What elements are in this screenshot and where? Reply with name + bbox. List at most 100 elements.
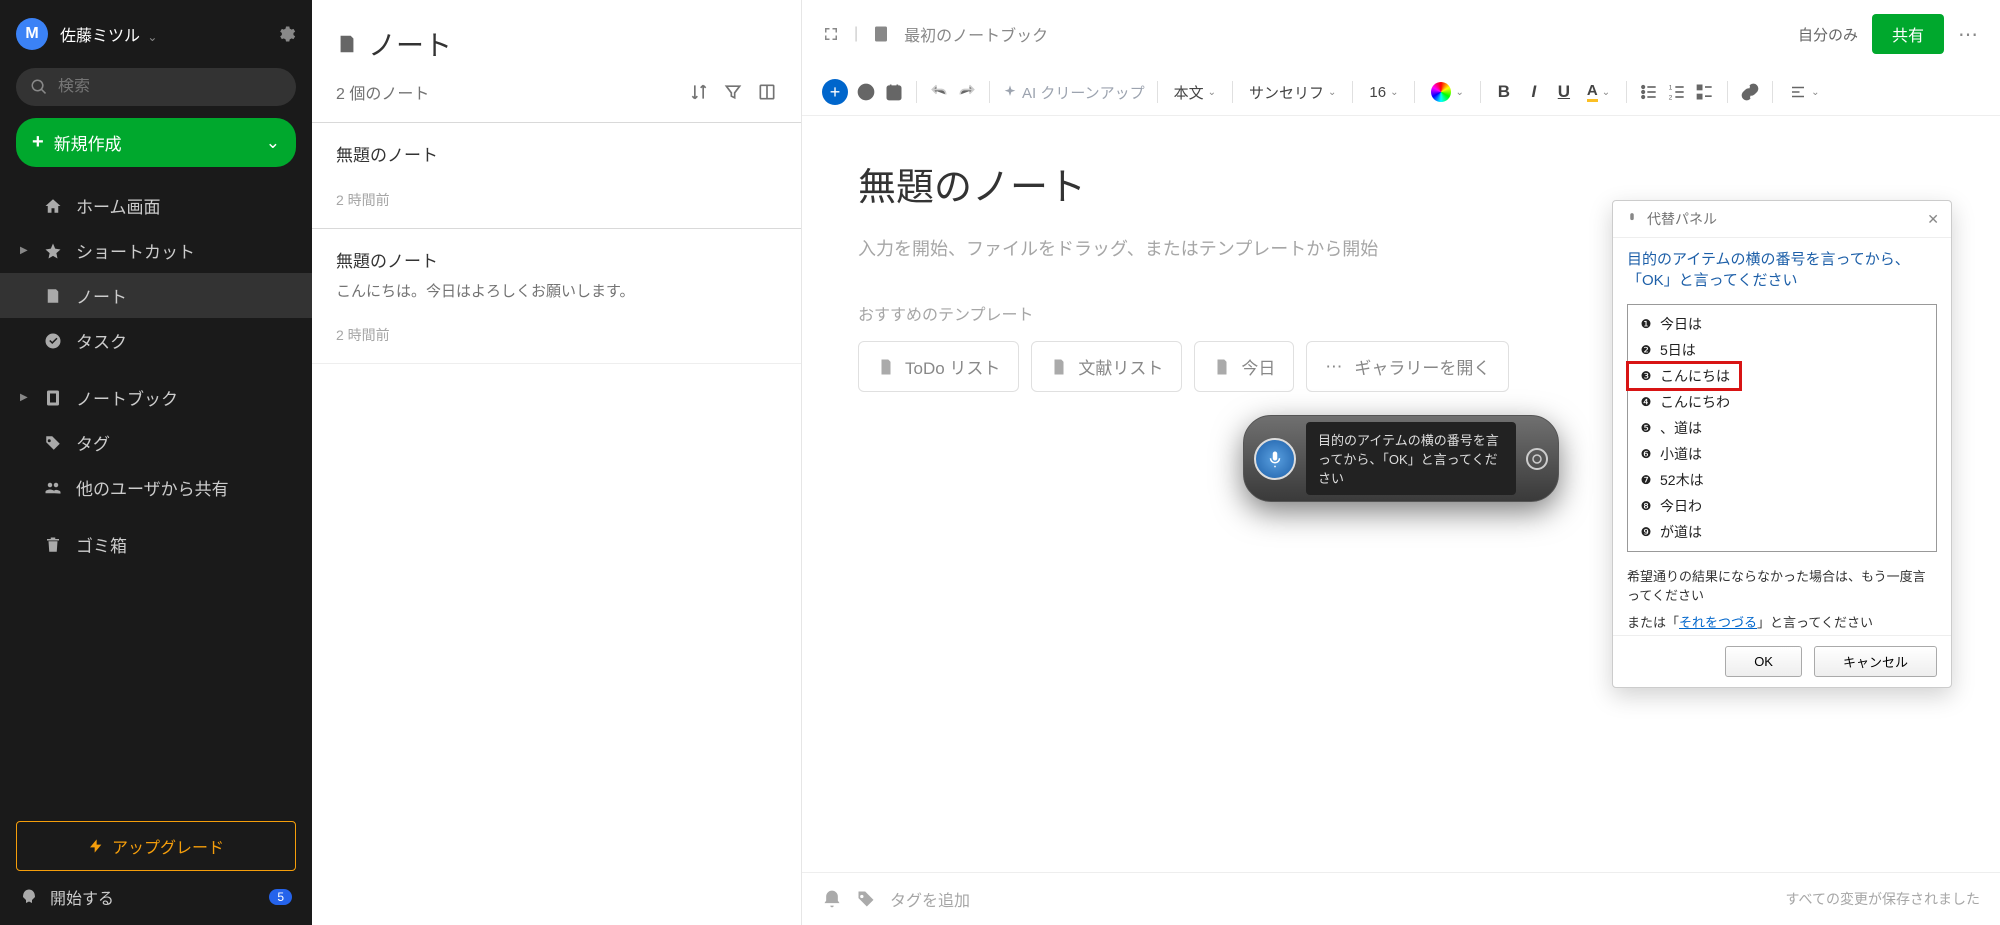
svg-text:1: 1 — [1669, 85, 1673, 92]
panel-item-highlighted[interactable]: ❸こんにちは — [1628, 363, 1740, 389]
insert-button[interactable]: + — [822, 79, 848, 105]
link-icon[interactable] — [1740, 82, 1760, 102]
notebook-name[interactable]: 最初のノートブック — [904, 22, 1048, 46]
italic-button[interactable]: I — [1523, 82, 1545, 102]
paragraph-style-select[interactable]: 本文⌄ — [1170, 80, 1220, 105]
highlight-button[interactable]: A⌄ — [1583, 80, 1614, 104]
editor-topbar: | 最初のノートブック 自分のみ 共有 ⋯ — [802, 0, 2000, 69]
note-list-panel: ノート 2 個のノート 無題のノート 2 時間前 無題のノート こんにちは。今日… — [312, 0, 802, 925]
nav-home[interactable]: ホーム画面 — [0, 183, 312, 228]
undo-icon[interactable] — [929, 82, 949, 102]
template-references[interactable]: 文献リスト — [1031, 341, 1182, 392]
notelist-title: ノート — [368, 24, 452, 64]
avatar[interactable]: M — [16, 18, 48, 50]
text-color-select[interactable]: ⌄ — [1427, 80, 1467, 104]
nav-tags[interactable]: タグ — [0, 420, 312, 465]
template-today[interactable]: 今日 — [1194, 341, 1294, 392]
nav-shared[interactable]: 他のユーザから共有 — [0, 465, 312, 510]
tag-add-icon[interactable] — [856, 889, 876, 909]
upgrade-button[interactable]: アップグレード — [16, 821, 296, 871]
expand-icon[interactable] — [822, 25, 840, 43]
ok-button[interactable]: OK — [1725, 646, 1802, 677]
nav-tasks[interactable]: タスク — [0, 318, 312, 363]
sidebar-footer: アップグレード 開始する 5 — [0, 805, 312, 925]
panel-list: ❶今日は ❷5日は ❸こんにちは ❹こんにちわ ❺、道は ❻小道は ❼52木は … — [1627, 304, 1937, 552]
font-size-select[interactable]: 16⌄ — [1365, 82, 1402, 103]
calendar-icon[interactable] — [884, 82, 904, 102]
panel-item[interactable]: ❼52木は — [1628, 467, 1936, 493]
more-icon: ⋯ — [1325, 357, 1344, 377]
share-button[interactable]: 共有 — [1872, 14, 1944, 54]
sort-icon[interactable] — [689, 82, 709, 102]
save-status: すべての変更が保存されました — [1786, 889, 1980, 909]
sidebar-header: M 佐藤ミツル ⌄ — [0, 0, 312, 68]
notebook-icon[interactable] — [872, 25, 890, 43]
check-circle-icon — [44, 332, 62, 350]
nav-notes[interactable]: ノート — [0, 273, 312, 318]
getstarted-button[interactable]: 開始する 5 — [16, 871, 296, 909]
panel-item[interactable]: ❺、道は — [1628, 415, 1936, 441]
more-icon[interactable]: ⋯ — [1958, 22, 1980, 47]
task-icon[interactable] — [856, 82, 876, 102]
align-select[interactable]: ⌄ — [1785, 81, 1823, 103]
redo-icon[interactable] — [957, 82, 977, 102]
cancel-button[interactable]: キャンセル — [1814, 646, 1937, 677]
panel-item[interactable]: ❷5日は — [1628, 337, 1936, 363]
editor-toolbar: + AI クリーンアップ 本文⌄ サンセリフ⌄ 16⌄ ⌄ B I U A⌄ 1… — [802, 69, 2000, 116]
nav-trash[interactable]: ゴミ箱 — [0, 522, 312, 567]
gear-icon[interactable] — [276, 24, 296, 44]
reminder-icon[interactable] — [822, 889, 842, 909]
panel-title: 代替パネル — [1647, 209, 1717, 229]
nav-notebooks[interactable]: ▶ ノートブック — [0, 375, 312, 420]
voice-control-bar[interactable]: 目的のアイテムの横の番号を言ってから、「OK」と言ってください — [1243, 415, 1559, 502]
getstarted-badge: 5 — [269, 889, 292, 905]
close-icon[interactable]: ✕ — [1927, 211, 1939, 228]
doc-icon — [1213, 358, 1231, 376]
home-icon — [44, 197, 62, 215]
filter-icon[interactable] — [723, 82, 743, 102]
panel-item[interactable]: ❾が道は — [1628, 519, 1936, 545]
mic-button[interactable] — [1254, 438, 1296, 480]
voice-close-button[interactable] — [1526, 448, 1548, 470]
new-note-button[interactable]: + 新規作成 ⌄ — [16, 118, 296, 167]
panel-item[interactable]: ❻小道は — [1628, 441, 1936, 467]
spell-link[interactable]: それをつづる — [1679, 615, 1757, 630]
note-preview: こんにちは。今日はよろしくお願いします。 — [336, 280, 777, 301]
expand-arrow-icon[interactable]: ▶ — [20, 245, 30, 256]
username[interactable]: 佐藤ミツル ⌄ — [60, 22, 264, 46]
panel-buttons: OK キャンセル — [1613, 635, 1951, 687]
search-field[interactable] — [58, 78, 282, 96]
alternatives-panel: 代替パネル ✕ 目的のアイテムの横の番号を言ってから、「OK」と言ってください … — [1612, 200, 1952, 688]
checklist-icon[interactable] — [1695, 82, 1715, 102]
panel-item[interactable]: ❹こんにちわ — [1628, 389, 1936, 415]
mic-icon — [1266, 450, 1284, 468]
panel-item[interactable]: ❽今日わ — [1628, 493, 1936, 519]
font-select[interactable]: サンセリフ⌄ — [1245, 80, 1340, 105]
color-swatch-icon — [1431, 82, 1451, 102]
note-title: 無題のノート — [336, 141, 777, 166]
underline-button[interactable]: U — [1553, 82, 1575, 102]
template-gallery[interactable]: ⋯ ギャラリーを開く — [1306, 341, 1509, 392]
search-input[interactable] — [16, 68, 296, 106]
trash-icon — [44, 536, 62, 554]
voice-instruction: 目的のアイテムの横の番号を言ってから、「OK」と言ってください — [1306, 422, 1516, 495]
bullet-list-icon[interactable] — [1639, 82, 1659, 102]
panel-instruction: 目的のアイテムの横の番号を言ってから、「OK」と言ってください — [1613, 238, 1951, 300]
ai-cleanup-button[interactable]: AI クリーンアップ — [1002, 82, 1145, 103]
visibility-label[interactable]: 自分のみ — [1798, 24, 1858, 45]
template-todo[interactable]: ToDo リスト — [858, 341, 1019, 392]
expand-arrow-icon[interactable]: ▶ — [20, 392, 30, 403]
search-icon — [30, 78, 48, 96]
bold-button[interactable]: B — [1493, 82, 1515, 102]
tag-add-label[interactable]: タグを追加 — [890, 887, 970, 911]
mic-icon — [1625, 212, 1639, 226]
panel-item[interactable]: ❶今日は — [1628, 311, 1936, 337]
layout-icon[interactable] — [757, 82, 777, 102]
note-card[interactable]: 無題のノート こんにちは。今日はよろしくお願いします。 2 時間前 — [312, 229, 801, 364]
note-count: 2 個のノート — [336, 80, 429, 104]
note-card[interactable]: 無題のノート 2 時間前 — [312, 122, 801, 229]
editor-footer: タグを追加 すべての変更が保存されました — [802, 872, 2000, 925]
nav-shortcuts[interactable]: ▶ ショートカット — [0, 228, 312, 273]
numbered-list-icon[interactable]: 12 — [1667, 82, 1687, 102]
chevron-down-icon: ⌄ — [266, 133, 280, 153]
